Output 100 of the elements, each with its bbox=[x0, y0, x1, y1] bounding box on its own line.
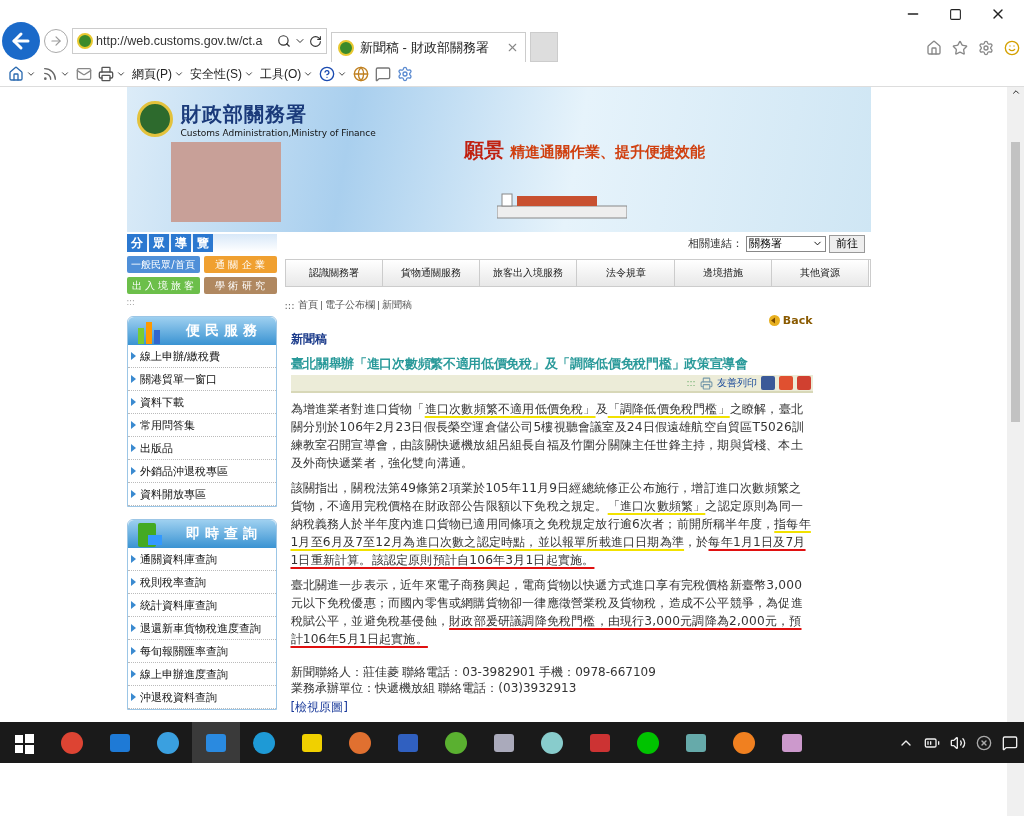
caret-icon bbox=[116, 69, 126, 79]
close-circle-icon[interactable] bbox=[976, 734, 992, 751]
sidebar-link[interactable]: 沖退稅資料查詢 bbox=[127, 686, 276, 709]
notification-icon[interactable] bbox=[1002, 734, 1018, 751]
volume-icon[interactable] bbox=[950, 734, 966, 751]
sidebar-link[interactable]: 外銷品沖退稅專區 bbox=[127, 460, 276, 483]
site-name: 財政部關務署 bbox=[180, 101, 308, 128]
sidebar-link[interactable]: 資料下載 bbox=[127, 391, 276, 414]
triangle-icon bbox=[130, 670, 136, 678]
print-icon[interactable] bbox=[98, 66, 114, 82]
section-heading: 新聞稿 bbox=[290, 331, 328, 348]
breadcrumb-link[interactable]: 電子公布欄 bbox=[324, 298, 375, 312]
share-icon[interactable] bbox=[778, 376, 793, 390]
scrollbar-thumb[interactable] bbox=[1011, 142, 1020, 422]
related-links-label: 相關連結： bbox=[687, 236, 743, 251]
site-favicon-icon bbox=[338, 39, 354, 56]
triangle-icon bbox=[130, 421, 136, 429]
toolbar-menu[interactable]: 工具(O) bbox=[260, 65, 314, 83]
caret-icon bbox=[26, 69, 36, 79]
triangle-icon bbox=[130, 352, 136, 360]
guide-title-char: 覽 bbox=[192, 234, 213, 252]
emblem-icon bbox=[136, 101, 173, 137]
scrollbar[interactable] bbox=[1007, 87, 1024, 816]
back-button[interactable] bbox=[2, 22, 40, 60]
triangle-icon bbox=[130, 555, 136, 563]
notebook-icon bbox=[135, 521, 162, 547]
sidebar-link[interactable]: 出版品 bbox=[127, 437, 276, 460]
toolbar-menu[interactable]: 網頁(P) bbox=[132, 65, 184, 83]
share-icon[interactable] bbox=[796, 376, 811, 390]
sidebar-link[interactable]: 稅則稅率查詢 bbox=[127, 571, 276, 594]
favorites-icon[interactable] bbox=[952, 40, 968, 56]
settings-icon[interactable] bbox=[978, 40, 994, 56]
caret-icon bbox=[244, 69, 254, 79]
contact-line: 新聞聯絡人：莊佳菱 聯絡電話：03-3982901 手機：0978-667109 bbox=[290, 664, 657, 680]
nav-tab[interactable]: 認識關務署 bbox=[285, 260, 383, 286]
sidebar-link[interactable]: 退還新車貨物稅進度查詢 bbox=[127, 617, 276, 640]
guide-title-char: 分 bbox=[126, 234, 147, 252]
dots-marker: ::: bbox=[126, 298, 136, 304]
triangle-icon bbox=[130, 467, 136, 475]
note-icon[interactable] bbox=[375, 66, 392, 82]
breadcrumb-link[interactable]: 首頁 bbox=[297, 298, 318, 312]
browser-tab[interactable]: 新聞稿 - 財政部關務署 bbox=[331, 32, 526, 62]
home-icon[interactable] bbox=[926, 40, 942, 56]
nav-tab[interactable]: 邊境措施 bbox=[674, 260, 773, 286]
search-icon[interactable] bbox=[277, 34, 291, 48]
arrow-left-icon bbox=[768, 315, 780, 326]
related-links-select[interactable]: 關務署 bbox=[745, 235, 826, 252]
guide-title-char: 導 bbox=[170, 234, 191, 252]
triangle-icon bbox=[130, 444, 136, 452]
article-title: 臺北關舉辦「進口次數頻繁不適用低價免稅」及「調降低價免稅門檻」政策宣導會 bbox=[290, 356, 749, 373]
slogan: 精進通關作業、提升便捷效能 bbox=[509, 143, 705, 162]
triangle-icon bbox=[130, 624, 136, 632]
share-icon[interactable] bbox=[760, 376, 775, 390]
triangle-icon bbox=[130, 647, 136, 655]
print-link[interactable]: 友善列印 bbox=[716, 376, 757, 390]
nav-tab[interactable]: 其他資源 bbox=[772, 260, 870, 286]
caret-icon bbox=[174, 69, 184, 79]
site-name-english: Customs Administration,Ministry of Finance bbox=[180, 128, 376, 138]
feed-icon[interactable] bbox=[42, 66, 58, 82]
breadcrumb-link[interactable]: 新聞稿 bbox=[381, 298, 412, 312]
triangle-icon bbox=[130, 375, 136, 383]
breadcrumb-marker: ::: bbox=[284, 299, 295, 311]
article-paragraph: 臺北關進一步表示，近年來電子商務興起，電商貨物以快遞方式進口享有完稅價格新臺幣3,000元以下免稅優惠；而國內零售或網購貨物卻一律應徵營業稅及貨物稅，造成不公平競爭，為促進稅賦公平，並避免稅基侵蝕，財政部爰研議調降免稅門檻，由現行3,000元調降為2,000元，預計106年5月1日起實施。 bbox=[290, 577, 804, 648]
triangle-icon bbox=[130, 693, 136, 701]
chevron-up-icon[interactable] bbox=[1010, 87, 1021, 97]
arrow-right-icon bbox=[49, 34, 63, 48]
triangle-icon bbox=[130, 578, 136, 586]
home-icon[interactable] bbox=[8, 66, 24, 82]
sidebar-link[interactable]: 線上申辦進度查詢 bbox=[127, 663, 276, 686]
gear-icon[interactable] bbox=[397, 66, 414, 82]
guide-title-char: 眾 bbox=[148, 234, 169, 252]
refresh-icon[interactable] bbox=[309, 34, 322, 48]
triangle-icon bbox=[130, 601, 136, 609]
caret-icon bbox=[303, 69, 314, 79]
go-button[interactable]: 前往 bbox=[828, 234, 865, 253]
triangle-icon bbox=[130, 398, 136, 406]
nav-tab[interactable]: 貨物通關服務 bbox=[382, 260, 481, 286]
sidebar-link[interactable]: 線上申辦/繳稅費 bbox=[127, 345, 276, 368]
back-link[interactable]: Back bbox=[768, 314, 813, 327]
view-original-link[interactable]: [檢視原圖] bbox=[290, 699, 813, 716]
sidebar-link[interactable]: 每旬報關匯率查詢 bbox=[127, 640, 276, 663]
sidebar-link[interactable]: 資料開放專區 bbox=[127, 483, 276, 506]
contact-line: 業務承辦單位：快遞機放組 聯絡電話：(03)3932913 bbox=[290, 680, 578, 696]
maximize-icon[interactable] bbox=[949, 7, 962, 21]
sidebar-title: 便民服務 bbox=[185, 322, 262, 340]
toolbar-menu[interactable]: 安全性(S) bbox=[190, 65, 254, 83]
sidebar-title: 即時查詢 bbox=[185, 525, 262, 543]
help-icon[interactable] bbox=[319, 66, 336, 82]
nav-tab[interactable]: 旅客出入境服務 bbox=[480, 260, 578, 286]
sidebar-link[interactable]: 統計資料庫查詢 bbox=[127, 594, 276, 617]
nav-tab[interactable]: 法令規章 bbox=[577, 260, 675, 286]
article-paragraph: 該關指出，關稅法第49條第2項業於105年11月9日經總統修正公布施行，增訂進口次數頻繁之貨物，不適用完稅價格在財政部公告限額以下免稅之規定。「進口次數頻繁」之認定原則為同一納稅義務人於半年度內進口貨物已適用同條項之免稅規定放行逾6次者；前開所稱半年度，指每年1月至6月及7至12月為進口次數之認定時點，並以報單所載進口日期為準，於每年1月1日及7月1日重新計算。該認定原則預計自106年3月1日起實施。 bbox=[290, 480, 812, 569]
sidebar-link[interactable]: 常用問答集 bbox=[127, 414, 276, 437]
address-field[interactable]: http://web.customs.gov.tw/ct.a bbox=[72, 28, 327, 54]
caret-icon bbox=[337, 69, 348, 79]
globe-icon[interactable] bbox=[353, 66, 370, 82]
sidebar-link[interactable]: 通關資料庫查詢 bbox=[127, 548, 276, 571]
site-favicon-icon bbox=[77, 33, 93, 49]
mail-icon[interactable] bbox=[76, 66, 92, 82]
sidebar-link[interactable]: 關港貿單一窗口 bbox=[127, 368, 276, 391]
